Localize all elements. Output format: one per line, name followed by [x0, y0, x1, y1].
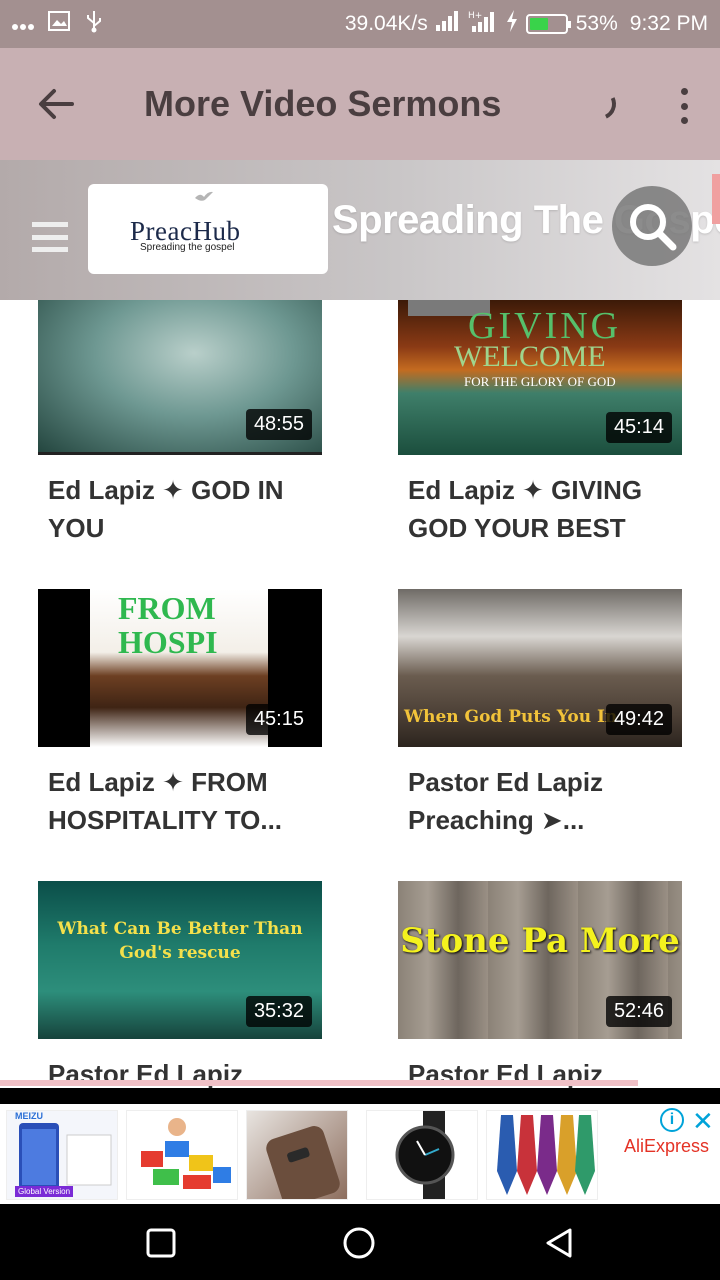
battery-icon: [525, 14, 571, 34]
video-duration: 35:32: [245, 996, 312, 1027]
clock: 9:32 PM: [629, 12, 708, 35]
more-icon: [12, 12, 34, 36]
header-accent: [712, 174, 720, 224]
arrow-back-icon: [39, 89, 74, 119]
video-thumbnail[interactable]: GIVING WELCOME FOR THE GLORY OF GOD 45:1…: [398, 300, 682, 455]
video-duration: 48:55: [245, 409, 312, 440]
video-thumbnail[interactable]: Stone Pa More 52:46: [398, 881, 682, 1039]
ad-badge: Global Version: [15, 1186, 74, 1197]
video-duration: 49:42: [605, 704, 672, 735]
app-bar: More Video Sermons: [0, 48, 720, 160]
site-logo[interactable]: PreacHub Spreading the gospel: [88, 184, 328, 274]
back-button[interactable]: [0, 48, 112, 160]
ad-close-icon[interactable]: ✕: [692, 1106, 714, 1137]
search-icon: [630, 204, 677, 251]
system-nav-bar: [0, 1204, 720, 1280]
video-title[interactable]: Ed Lapiz ✦ GIVING GOD YOUR BEST: [398, 471, 688, 547]
home-circle-icon[interactable]: [342, 1226, 376, 1260]
thumbnail-text: When God Puts You In: [404, 707, 618, 727]
video-card[interactable]: 48:55 Ed Lapiz ✦ GOD IN YOU: [38, 300, 322, 547]
ad-item-ties[interactable]: [486, 1110, 598, 1200]
signal-icon: [435, 10, 460, 38]
signal-icon-2: H+: [468, 9, 498, 39]
status-bar: 39.04K/s H+ 53% 9:32 PM: [0, 0, 720, 48]
phone-case-icon: [266, 1126, 340, 1199]
video-duration: 45:14: [605, 412, 672, 443]
ad-item-toy[interactable]: [126, 1110, 238, 1200]
video-thumbnail[interactable]: What Can Be Better Than God's rescue 35:…: [38, 881, 322, 1039]
thumbnail-text: FROM HOSPI: [118, 590, 218, 660]
video-card[interactable]: What Can Be Better Than God's rescue 35:…: [38, 881, 322, 1088]
recents-square-icon[interactable]: [144, 1226, 178, 1260]
overflow-menu-button[interactable]: [676, 88, 692, 124]
thumbnail-text: WELCOME: [454, 340, 606, 373]
battery-fill: [529, 18, 548, 30]
dove-icon: [195, 191, 213, 201]
charging-icon: [506, 10, 518, 38]
watch-icon: [395, 1111, 455, 1199]
video-duration: 45:15: [245, 704, 312, 735]
video-card[interactable]: GIVING WELCOME FOR THE GLORY OF GOD 45:1…: [398, 300, 682, 547]
ad-banner[interactable]: MEIZU Global Version i ✕ AliExpress: [0, 1088, 720, 1204]
video-card[interactable]: FROM HOSPI 45:15 Ed Lapiz ✦ FROM HOSPITA…: [38, 589, 322, 839]
video-title[interactable]: Ed Lapiz ✦ FROM HOSPITALITY TO...: [38, 763, 328, 839]
thumbnail-text: FOR THE GLORY OF GOD: [464, 374, 616, 389]
video-card[interactable]: When God Puts You In 49:42 Pastor Ed Lap…: [398, 589, 682, 839]
ad-item-case[interactable]: [246, 1110, 348, 1200]
logo-tagline: Spreading the gospel: [140, 242, 235, 253]
video-title[interactable]: Ed Lapiz ✦ GOD IN YOU: [38, 471, 328, 547]
thumbnail-text: What Can Be Better Than God's rescue: [57, 919, 303, 963]
loading-spinner-icon: [579, 83, 621, 125]
network-speed: 39.04K/s: [344, 12, 428, 35]
back-triangle-icon[interactable]: [542, 1226, 576, 1260]
video-duration: 52:46: [605, 996, 672, 1027]
scroll-indicator: [0, 1080, 638, 1086]
site-header: PreacHub Spreading the gospel Spreading …: [0, 160, 720, 300]
image-icon: [48, 11, 70, 37]
neckties-icon: [497, 1115, 595, 1195]
video-thumbnail[interactable]: FROM HOSPI 45:15: [38, 589, 322, 747]
search-button[interactable]: [612, 186, 692, 266]
battery-percent: 53%: [575, 12, 618, 35]
video-thumbnail[interactable]: 48:55: [38, 300, 322, 455]
thumbnail-text: Stone Pa More: [400, 921, 680, 961]
svg-text:H+: H+: [468, 11, 482, 21]
toy-blocks-icon: [141, 1118, 231, 1189]
video-title[interactable]: Pastor Ed Lapiz Preaching ➤...: [398, 763, 688, 839]
ad-brand-label[interactable]: AliExpress: [624, 1136, 709, 1157]
page-title: More Video Sermons: [144, 83, 502, 124]
video-card[interactable]: Stone Pa More 52:46 Pastor Ed Lapiz: [398, 881, 682, 1088]
ad-item-phone[interactable]: MEIZU Global Version: [6, 1110, 118, 1200]
video-thumbnail[interactable]: When God Puts You In 49:42: [398, 589, 682, 747]
ad-item-watch[interactable]: [366, 1110, 478, 1200]
video-grid: 48:55 Ed Lapiz ✦ GOD IN YOU GIVING WELCO…: [0, 300, 720, 1088]
usb-icon: [84, 9, 104, 39]
hamburger-menu-icon[interactable]: [32, 222, 68, 252]
ad-meizu-label: MEIZU: [15, 1111, 43, 1121]
ad-info-icon[interactable]: i: [660, 1108, 684, 1132]
